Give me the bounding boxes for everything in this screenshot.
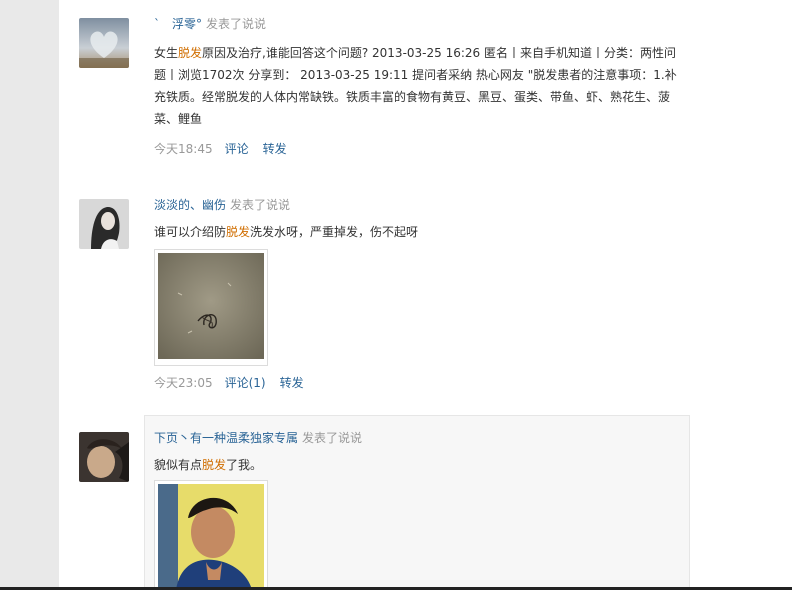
author-link[interactable]: ˋ 浮零°	[154, 17, 202, 31]
feed-body: 淡淡的、幽伤 发表了说说 谁可以介绍防脱发洗发水呀，严重掉发，伤不起呀 今天23…	[154, 195, 684, 392]
feed-title-line: 淡淡的、幽伤 发表了说说	[154, 195, 684, 215]
avatar-heart-image	[79, 18, 129, 68]
comment-link[interactable]: 评论(1)	[225, 376, 266, 390]
action-text: 发表了说说	[302, 431, 363, 445]
action-text: 发表了说说	[206, 17, 267, 31]
author-link[interactable]: 下页丶有一种温柔独家专属	[154, 431, 298, 445]
feed-footer: 今天23:05 评论(1) 转发	[154, 374, 684, 392]
forward-link[interactable]: 转发	[263, 142, 287, 156]
keyword-highlight: 脱发	[202, 458, 227, 472]
avatar[interactable]	[79, 199, 129, 249]
hair-drain-photo	[158, 253, 264, 359]
feed-title-line: ˋ 浮零° 发表了说说	[154, 14, 684, 34]
feed-body: ˋ 浮零° 发表了说说 女生脱发原因及治疗,谁能回答这个问题? 2013-03-2…	[154, 14, 684, 158]
keyword-highlight: 脱发	[178, 46, 203, 60]
timestamp: 今天23:05	[154, 376, 213, 390]
feed-content: 女生脱发原因及治疗,谁能回答这个问题? 2013-03-25 16:26 匿名丨…	[154, 42, 684, 130]
feed-body: 下页丶有一种温柔独家专属 发表了说说 貌似有点脱发了我。	[154, 428, 684, 590]
timestamp: 今天18:45	[154, 142, 213, 156]
feed-content: 貌似有点脱发了我。	[154, 454, 684, 476]
comment-link[interactable]: 评论	[225, 142, 249, 156]
selfie-photo	[158, 484, 264, 590]
content-text: 女生	[154, 46, 179, 60]
feed-content: 谁可以介绍防脱发洗发水呀，严重掉发，伤不起呀	[154, 221, 684, 243]
content-text: 原因及治疗,谁能回答这个问题? 2013-03-25 16:26 匿名丨来自手机…	[154, 46, 677, 126]
avatar[interactable]	[79, 432, 129, 482]
forward-link[interactable]: 转发	[280, 376, 304, 390]
avatar-profile-image	[79, 432, 129, 482]
keyword-highlight: 脱发	[226, 225, 251, 239]
author-link[interactable]: 淡淡的、幽伤	[154, 198, 226, 212]
feed-title-line: 下页丶有一种温柔独家专属 发表了说说	[154, 428, 684, 448]
post-image-thumbnail[interactable]	[154, 480, 268, 590]
post-image-thumbnail[interactable]	[154, 249, 268, 366]
content-text: 谁可以介绍防	[154, 225, 227, 239]
feed-footer: 今天18:45 评论 转发	[154, 140, 684, 158]
content-text: 了我。	[226, 458, 263, 472]
content-text: 貌似有点	[154, 458, 203, 472]
content-text: 洗发水呀，严重掉发，伤不起呀	[250, 225, 419, 239]
avatar-portrait-image	[79, 199, 129, 249]
action-text: 发表了说说	[230, 198, 291, 212]
feed-panel: ˋ 浮零° 发表了说说 女生脱发原因及治疗,谁能回答这个问题? 2013-03-2…	[59, 0, 792, 590]
avatar[interactable]	[79, 18, 129, 68]
